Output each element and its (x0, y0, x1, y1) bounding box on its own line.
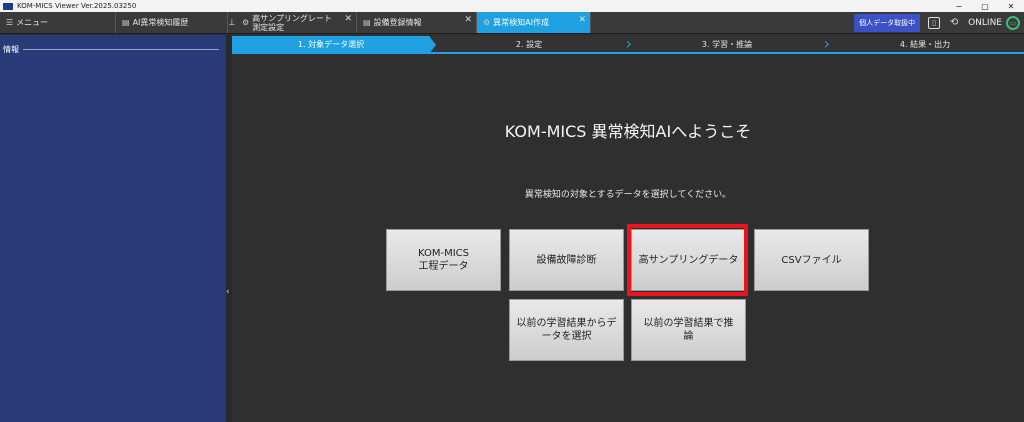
window-titlebar: KOM-MICS Viewer Ver.2025.03250 − ▢ ✕ (0, 0, 1024, 12)
tab-device-registration[interactable]: ▤ 設備登録情報 ✕ (357, 12, 477, 33)
book-icon[interactable]: ▯ (928, 16, 941, 29)
tab-device-label: 設備登録情報 (373, 18, 422, 27)
tab-sampling-line2: 測定設定 (252, 22, 285, 32)
tab-history-label: AI異常検知履歴 (132, 18, 189, 27)
main-panel: KOM-MICS 異常検知AIへようこそ 異常検知の対象とするデータを選択してく… (232, 56, 1024, 422)
sidebar-title: 情報 (3, 45, 19, 54)
step-chevron-icon: › (625, 34, 632, 53)
step-label: 1. 対象データ選択 (297, 39, 365, 49)
step-label: 4. 結果・出力 (899, 39, 951, 49)
tab-sampling-line1: 高サンプリングレート (252, 13, 332, 23)
maximize-button[interactable]: ▢ (972, 2, 998, 11)
tab-bar: ☰ メニュー ▤ AI異常検知履歴 ⊥ ⚙ 高サンプリングレート 測定設定 ✕ … (0, 12, 1024, 34)
kommics-process-data-button[interactable]: KOM-MICS 工程データ (386, 229, 501, 291)
selection-highlight (627, 224, 748, 296)
tab-ai-label: 異常検知AI作成 (493, 18, 550, 27)
close-tab-icon[interactable]: ✕ (578, 15, 586, 25)
tab-menu[interactable]: ☰ メニュー (0, 12, 116, 33)
close-tab-icon[interactable]: ✕ (344, 15, 352, 24)
instruction-text: 異常検知の対象とするデータを選択してください。 (524, 190, 732, 200)
app-logo-icon (3, 2, 13, 10)
settings-icon: ⚙ (242, 18, 250, 27)
step-label: 3. 学習・推論 (701, 39, 753, 49)
document-icon: ▤ (122, 18, 130, 27)
sync-icon[interactable]: ⟲ (948, 17, 960, 29)
window-title: KOM-MICS Viewer Ver.2025.03250 (17, 2, 137, 10)
tab-ai-history[interactable]: ▤ AI異常検知履歴 (116, 12, 228, 33)
sidebar-divider (23, 49, 219, 50)
info-sidebar: 情報 (0, 35, 226, 422)
tab-ai-create[interactable]: ⚙ 異常検知AI作成 ✕ (477, 12, 591, 33)
wizard-steps: 1. 対象データ選択 2. 設定 › 3. 学習・推論 › 4. 結果・出力 (232, 36, 1024, 54)
close-window-button[interactable]: ✕ (998, 2, 1024, 11)
menu-icon: ☰ (6, 18, 14, 27)
pin-icon[interactable]: ⊥ (228, 12, 236, 33)
sidebar-header: 情報 (0, 35, 226, 55)
step-result-output[interactable]: 4. 結果・出力 (826, 36, 1024, 54)
online-status[interactable]: ONLINE ▭ (968, 15, 1020, 30)
settings-icon: ⚙ (483, 18, 491, 27)
csv-file-button[interactable]: CSVファイル (754, 229, 869, 291)
step-chevron-icon (429, 36, 436, 54)
step-label: 2. 設定 (515, 39, 543, 49)
step-chevron-icon: › (823, 34, 830, 53)
select-from-previous-results-button[interactable]: 以前の学習結果からデ ータを選択 (509, 299, 624, 361)
infer-with-previous-results-button[interactable]: 以前の学習結果で推 論 (631, 299, 746, 361)
step-settings[interactable]: 2. 設定 › (430, 36, 632, 54)
close-tab-icon[interactable]: ✕ (464, 15, 472, 25)
equipment-fault-diagnosis-button[interactable]: 設備故障診断 (509, 229, 624, 291)
chevron-left-icon[interactable]: ‹ (226, 287, 230, 297)
list-icon: ▤ (363, 18, 371, 27)
step-train-infer[interactable]: 3. 学習・推論 › (628, 36, 830, 54)
tab-menu-label: メニュー (16, 18, 49, 27)
step-data-selection[interactable]: 1. 対象データ選択 (232, 36, 436, 54)
minimize-button[interactable]: − (946, 2, 972, 11)
welcome-title: KOM-MICS 異常検知AIへようこそ (504, 122, 752, 141)
online-status-label: ONLINE (968, 17, 1002, 28)
personal-data-badge[interactable]: 個人データ取扱中 (854, 13, 921, 32)
tab-high-sampling[interactable]: ⚙ 高サンプリングレート 測定設定 ✕ (236, 12, 357, 33)
monitor-icon: ▭ (1006, 15, 1020, 30)
tab-sampling-label: 高サンプリングレート 測定設定 (252, 14, 332, 32)
